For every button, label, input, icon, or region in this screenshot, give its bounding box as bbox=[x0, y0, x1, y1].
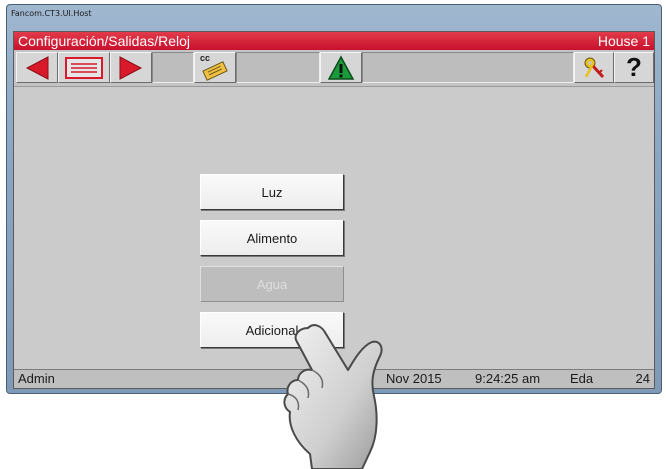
help-button[interactable]: ? bbox=[614, 52, 654, 83]
next-button[interactable] bbox=[110, 52, 152, 83]
warning-icon bbox=[327, 54, 355, 80]
login-button[interactable] bbox=[574, 52, 614, 83]
status-age-value: 24 bbox=[635, 371, 650, 386]
pointing-hand-icon bbox=[283, 324, 383, 469]
copy-button[interactable]: cc bbox=[194, 52, 236, 83]
toolbar-spacer bbox=[362, 52, 574, 83]
status-user: Admin bbox=[18, 371, 55, 386]
prev-button[interactable] bbox=[16, 52, 58, 83]
copy-label: cc bbox=[200, 53, 211, 63]
toolbar-spacer bbox=[152, 52, 194, 83]
arrow-right-icon bbox=[119, 55, 143, 80]
keys-icon bbox=[584, 57, 605, 78]
list-card-icon bbox=[65, 56, 103, 79]
overview-button[interactable] bbox=[58, 52, 110, 83]
alarm-button[interactable] bbox=[320, 52, 362, 83]
status-time: 9:24:25 am bbox=[475, 371, 541, 386]
menu-button-alimento[interactable]: Alimento bbox=[200, 220, 344, 256]
toolbar-spacer bbox=[236, 52, 320, 83]
menu-button-luz[interactable]: Luz bbox=[200, 174, 344, 210]
menu-button-agua: Agua bbox=[200, 266, 344, 302]
breadcrumb: Configuración/Salidas/Reloj bbox=[18, 33, 190, 49]
window-title: Fancom.CT3.UI.Host bbox=[11, 9, 92, 18]
status-age-label: Eda bbox=[570, 371, 594, 386]
arrow-left-icon bbox=[25, 55, 49, 80]
header-bar: Configuración/Salidas/Reloj House 1 bbox=[14, 32, 654, 50]
toolbar: cc ? bbox=[14, 50, 654, 87]
house-label: House 1 bbox=[597, 33, 650, 49]
